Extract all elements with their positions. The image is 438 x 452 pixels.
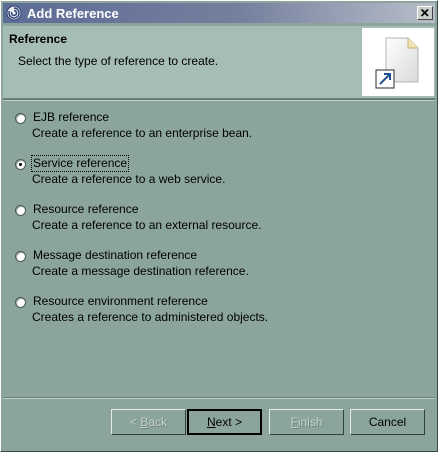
page-description: Select the type of reference to create. — [18, 54, 219, 68]
radio-resource-environment-reference[interactable] — [15, 297, 26, 308]
next-button[interactable]: Next > — [187, 409, 262, 435]
option-message-destination-reference[interactable]: Message destination reference Create a m… — [15, 248, 415, 288]
radio-resource-reference[interactable] — [15, 205, 26, 216]
footer-divider — [3, 397, 435, 399]
option-description: Create a reference to an external resour… — [32, 218, 262, 232]
back-prefix: < — [129, 415, 141, 429]
radio-service-reference[interactable] — [15, 159, 26, 170]
finish-rest: inish — [297, 415, 323, 429]
close-icon — [420, 8, 429, 17]
option-description: Create a reference to a web service. — [32, 172, 226, 186]
option-label: Resource reference — [33, 202, 139, 216]
next-rest: ext > — [215, 415, 243, 429]
finish-button[interactable]: Finish — [269, 409, 344, 435]
next-mnemonic: N — [206, 415, 216, 429]
title-bar[interactable]: Add Reference — [3, 3, 435, 23]
back-rest: ack — [148, 415, 168, 429]
wizard-banner — [362, 28, 434, 96]
back-button[interactable]: < Back — [111, 409, 186, 435]
window-title: Add Reference — [27, 6, 119, 21]
finish-mnemonic: F — [290, 415, 298, 429]
option-description: Create a reference to an enterprise bean… — [32, 126, 253, 140]
cancel-button[interactable]: Cancel — [350, 409, 425, 435]
option-label: Message destination reference — [33, 248, 198, 262]
option-ejb-reference[interactable]: EJB reference Create a reference to an e… — [15, 110, 415, 150]
option-label: EJB reference — [33, 110, 110, 124]
option-service-reference[interactable]: Service reference Create a reference to … — [15, 155, 415, 196]
new-reference-wizard-icon — [375, 37, 419, 89]
option-description: Creates a reference to administered obje… — [32, 310, 269, 324]
wizard-header: Reference Select the type of reference t… — [3, 26, 435, 99]
radio-ejb-reference[interactable] — [15, 113, 26, 124]
option-label: Service reference — [31, 155, 130, 172]
close-button[interactable] — [417, 6, 433, 20]
option-label: Resource environment reference — [33, 294, 208, 308]
app-swirl-icon — [6, 5, 22, 21]
page-title: Reference — [9, 32, 68, 46]
option-resource-reference[interactable]: Resource reference Create a reference to… — [15, 202, 415, 242]
header-divider — [3, 99, 435, 101]
add-reference-dialog: Add Reference Reference Select the type … — [0, 0, 438, 452]
radio-message-destination-reference[interactable] — [15, 251, 26, 262]
option-resource-environment-reference[interactable]: Resource environment reference Creates a… — [15, 294, 415, 334]
option-description: Create a message destination reference. — [32, 264, 249, 278]
